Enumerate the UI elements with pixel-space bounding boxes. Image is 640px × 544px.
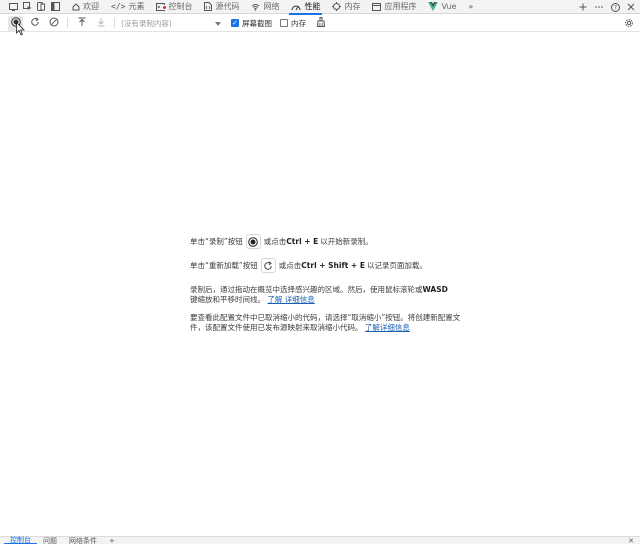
toolbar-right (621, 15, 636, 32)
sources-icon (204, 2, 213, 11)
close-icon[interactable] (624, 0, 638, 14)
record-suffix-1: 或点击 (263, 236, 287, 246)
tab-label: 控制台 (168, 2, 193, 11)
drawer-tab-issues[interactable]: 问题 (37, 537, 63, 544)
toolbar-divider (67, 18, 68, 28)
elements-icon: </> (111, 2, 126, 11)
clear-icon (49, 17, 59, 29)
profile-select[interactable]: (没有录制内容) (121, 18, 221, 29)
checkbox-unchecked-icon (280, 19, 288, 27)
application-icon (372, 2, 382, 11)
tab-label: 网络 (263, 2, 280, 11)
learn-more-link[interactable]: 了解详细信息 (365, 323, 410, 332)
panel-tabs: 欢迎 </> 元素 控制台 源代码 网络 性能 内存 应用程序 Vue » (66, 0, 479, 15)
performance-landing: 单击“录制”按钮 或点击 Ctrl + E 以开始新录制。 单击“重新加载”按钮… (190, 234, 465, 333)
memory-checkbox[interactable]: 内存 (280, 18, 306, 29)
hint-text-1: 录制后，通过拖动在概览中选择感兴趣的区域。然后，使用鼠标滚轮或 (190, 285, 423, 294)
sourcemap-text: 要查看此配置文件中已取消缩小的代码，请选择“取消缩小”按钮。将创建新配置文件，该… (190, 313, 461, 332)
help-icon[interactable]: ? (608, 0, 622, 14)
add-tab-icon[interactable] (576, 0, 590, 14)
record-prefix: 单击“录制”按钮 (190, 236, 243, 246)
screenshots-label: 屏幕截图 (242, 18, 272, 28)
tab-label: 源代码 (215, 2, 240, 11)
tab-label: 内存 (344, 2, 361, 11)
upload-icon (77, 17, 87, 29)
bottom-drawer: 控制台 问题 网络条件 + ✕ (0, 536, 640, 544)
vue-icon (428, 2, 439, 11)
welcome-icon (72, 2, 80, 11)
clear-button[interactable] (46, 16, 61, 31)
learn-more-link[interactable]: 了解 详细信息 (267, 295, 314, 304)
hint-text-2: 键缩放和平移时间线。 (190, 295, 265, 304)
record-shortcut: Ctrl + E (286, 236, 319, 246)
reload-icon (264, 260, 273, 270)
record-icon (248, 236, 259, 247)
drawer-tab-network-conditions[interactable]: 网络条件 (63, 537, 103, 544)
mouse-cursor-icon (16, 21, 26, 36)
wasd-keys: WASD (422, 285, 448, 294)
more-tabs-button[interactable]: » (462, 0, 479, 14)
inspect-icon[interactable] (20, 0, 34, 14)
tab-label: 性能 (304, 2, 321, 11)
memory-icon (332, 2, 342, 11)
checkbox-checked-icon: ✓ (231, 18, 239, 27)
tabbar-actions: ? (576, 0, 640, 14)
tab-vue[interactable]: Vue (422, 0, 462, 14)
performance-icon (291, 3, 301, 11)
tab-performance[interactable]: 性能 (285, 0, 326, 15)
load-profile-button[interactable] (74, 16, 89, 31)
close-drawer-icon[interactable]: ✕ (628, 537, 634, 544)
reload-shortcut: Ctrl + Shift + E (301, 260, 365, 270)
reload-suffix-2: 以记录页面加载。 (366, 260, 427, 270)
add-drawer-tab-icon[interactable]: + (103, 537, 121, 544)
tab-label: 元素 (128, 2, 145, 11)
device-toolbar-icon[interactable] (6, 0, 20, 14)
record-instruction: 单击“录制”按钮 或点击 Ctrl + E 以开始新录制。 (190, 234, 465, 249)
inline-record-button[interactable] (245, 234, 261, 249)
capture-settings-button[interactable] (621, 16, 636, 31)
tab-label: 应用程序 (384, 2, 417, 11)
tab-application[interactable]: 应用程序 (366, 0, 422, 14)
timeline-hint: 录制后，通过拖动在概览中选择感兴趣的区域。然后，使用鼠标滚轮或WASD 键缩放和… (190, 285, 465, 305)
broom-icon (316, 17, 326, 29)
more-options-icon[interactable] (592, 0, 606, 14)
download-icon (96, 17, 106, 29)
tab-memory[interactable]: 内存 (326, 0, 366, 14)
gear-icon (624, 18, 634, 30)
reload-record-button[interactable] (27, 16, 42, 31)
toolbar-divider (114, 18, 115, 28)
tab-elements[interactable]: </> 元素 (105, 0, 150, 14)
save-profile-button[interactable] (93, 16, 108, 31)
record-suffix-2: 以开始新录制。 (320, 236, 373, 246)
profile-select-value: (没有录制内容) (121, 18, 172, 28)
tab-label: Vue (441, 2, 457, 11)
reload-icon (30, 17, 40, 29)
performance-toolbar: (没有录制内容) ✓ 屏幕截图 内存 (0, 15, 640, 32)
tab-label: 欢迎 (83, 2, 99, 11)
screenshots-checkbox[interactable]: ✓ 屏幕截图 (231, 18, 272, 29)
network-icon (251, 3, 260, 11)
error-badge-icon (162, 4, 168, 10)
devtools-tabbar: 欢迎 </> 元素 控制台 源代码 网络 性能 内存 应用程序 Vue » ? (0, 0, 640, 15)
svg-text:?: ? (613, 4, 616, 11)
sourcemap-hint: 要查看此配置文件中已取消缩小的代码，请选择“取消缩小”按钮。将创建新配置文件，该… (190, 313, 465, 333)
tab-sources[interactable]: 源代码 (198, 0, 245, 14)
memory-label: 内存 (291, 18, 306, 28)
reload-prefix: 单击“重新加载”按钮 (190, 260, 258, 270)
tab-network[interactable]: 网络 (245, 0, 285, 14)
inline-reload-button[interactable] (260, 258, 276, 273)
chevron-down-icon (215, 19, 221, 28)
garbage-collect-button[interactable] (313, 16, 328, 31)
chevron-double-right-icon: » (468, 2, 474, 11)
dock-sidebar-icon[interactable] (48, 0, 62, 14)
tab-console[interactable]: 控制台 (150, 0, 198, 14)
mobile-device-icon[interactable] (34, 0, 48, 14)
drawer-tab-console[interactable]: 控制台 (4, 536, 37, 544)
tab-welcome[interactable]: 欢迎 (66, 0, 105, 14)
reload-suffix-1: 或点击 (278, 260, 302, 270)
reload-instruction: 单击“重新加载”按钮 或点击 Ctrl + Shift + E 以记录页面加载。 (190, 258, 465, 273)
